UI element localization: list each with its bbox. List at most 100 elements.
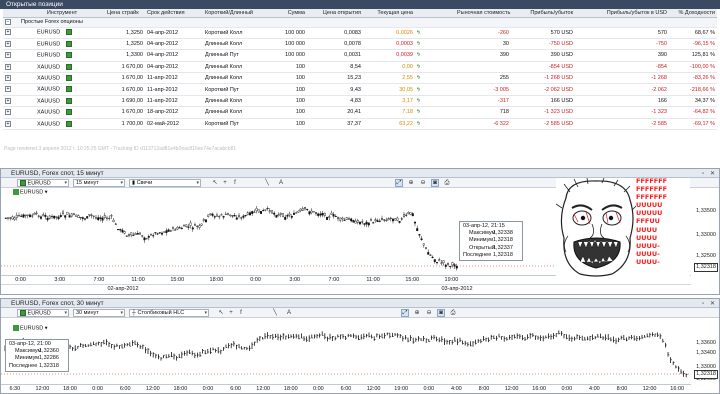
row-expand[interactable]: + — [3, 95, 19, 108]
camera-icon[interactable]: ◙ — [431, 179, 439, 187]
candle — [299, 208, 302, 213]
zoom-fit-icon[interactable]: ⤢ — [395, 179, 403, 187]
chart-type-select[interactable]: ┼ Столбиковый HLC ▾ — [129, 309, 209, 317]
lightning-icon[interactable]: ϟ — [417, 98, 420, 104]
col-header[interactable]: Цена страйк — [105, 9, 145, 18]
crosshair-icon[interactable]: + — [221, 179, 229, 187]
lightning-icon[interactable]: ϟ — [417, 87, 420, 93]
price-axis[interactable]: 1,33600 1,33400 1,33000 1,32600 1,32318 — [689, 318, 719, 384]
info-last-value: 1,32318 — [39, 362, 59, 369]
expand-icon[interactable]: + — [5, 86, 11, 93]
instrument-flag-icon[interactable] — [65, 75, 72, 82]
chart-type-select[interactable]: ▮ Свечи ▾ — [129, 179, 201, 187]
instrument-flag-icon[interactable] — [66, 52, 73, 59]
lightning-icon[interactable]: ϟ — [417, 109, 420, 115]
zoom-out-icon[interactable]: ⊖ — [419, 179, 427, 187]
zoom-out-icon[interactable]: ⊖ — [425, 309, 433, 317]
instrument-flag-icon[interactable] — [65, 86, 72, 93]
col-header[interactable]: Короткий/Длинный — [203, 9, 275, 18]
col-header[interactable]: Рыночная стоимость — [455, 9, 511, 18]
instrument-flag-icon[interactable] — [65, 120, 72, 127]
instrument-flag-icon[interactable] — [65, 97, 72, 104]
col-header[interactable]: % Доходности — [669, 9, 717, 18]
table-row[interactable]: + XAUUSD 1 670,00 11-апр-2012 Длинный Колл 10… — [3, 72, 717, 85]
trade-icon-cell[interactable]: ϟ — [415, 106, 455, 119]
trade-icon-cell[interactable]: ϟ — [415, 27, 455, 39]
zoom-fit-icon[interactable]: ⤢ — [401, 309, 409, 317]
lightning-icon[interactable]: ϟ — [417, 30, 420, 36]
lightning-icon[interactable]: ϟ — [417, 41, 420, 47]
row-expand[interactable]: + — [3, 27, 19, 39]
cursor-icon[interactable]: ↖ — [217, 309, 225, 317]
instrument-flag-icon[interactable] — [65, 109, 72, 116]
row-expand[interactable]: + — [3, 106, 19, 119]
row-expand[interactable]: + — [3, 61, 19, 74]
zoom-in-icon[interactable]: ⊕ — [407, 179, 415, 187]
collapse-icon[interactable]: − — [5, 18, 11, 25]
time-axis[interactable]: 6:30 12:00 18:00 0:00 6:00 12:00 18:00 0:00 6:00… — [1, 384, 691, 393]
table-row[interactable]: + XAUUSD 1 670,00 18-апр-2012 Длинный Колл 10… — [3, 106, 717, 119]
lightning-icon[interactable]: ϟ — [417, 52, 420, 58]
period-select[interactable]: 30 минут ▾ — [73, 309, 125, 317]
expand-icon[interactable]: + — [5, 97, 11, 104]
row-expand[interactable]: + — [3, 83, 19, 96]
trade-icon-cell[interactable]: ϟ — [415, 49, 455, 62]
row-expand[interactable]: + — [3, 118, 19, 131]
symbol-select[interactable]: EURUSD ▾ — [17, 309, 69, 317]
print-icon[interactable]: ⎙ — [449, 309, 457, 317]
lightning-icon[interactable]: ϟ — [417, 121, 420, 127]
lightning-icon[interactable]: ϟ — [417, 64, 420, 70]
crosshair-icon[interactable]: + — [227, 309, 235, 317]
lightning-icon[interactable]: ϟ — [417, 75, 420, 81]
row-expand[interactable]: + — [3, 38, 19, 51]
col-header[interactable]: Срок действия — [145, 9, 203, 18]
line-tool-icon[interactable]: ╲ — [263, 179, 271, 187]
cursor-icon[interactable]: ↖ — [211, 179, 219, 187]
indicator-icon[interactable]: f — [237, 309, 245, 317]
col-header[interactable]: Прибыль/убыток в USD — [575, 9, 669, 18]
trade-icon-cell[interactable]: ϟ — [415, 61, 455, 74]
col-header[interactable]: Текущая цена — [363, 9, 415, 18]
zoom-in-icon[interactable]: ⊕ — [413, 309, 421, 317]
expand-icon[interactable]: + — [5, 109, 11, 116]
trade-icon-cell[interactable]: ϟ — [415, 72, 455, 85]
instrument-flag-icon[interactable] — [65, 63, 72, 70]
trade-icon-cell[interactable]: ϟ — [415, 83, 455, 96]
instrument-flag-icon[interactable] — [66, 40, 73, 47]
table-row[interactable]: + XAUUSD 1 670,00 04-апр-2012 Длинный Колл 10… — [3, 61, 717, 74]
col-header[interactable]: Сумма — [275, 9, 307, 18]
text-tool-icon[interactable]: A — [285, 309, 293, 317]
table-row[interactable]: + EURUSD 1,3250 04-апр-2012 Короткий Колл 100… — [3, 27, 717, 39]
trade-icon-cell[interactable]: ϟ — [415, 38, 455, 51]
line-tool-icon[interactable]: ╲ — [271, 309, 279, 317]
candle — [44, 212, 47, 220]
text-tool-icon[interactable]: A — [277, 179, 285, 187]
camera-icon[interactable]: ◙ — [437, 309, 445, 317]
row-expand[interactable]: + — [3, 49, 19, 62]
trade-icon-cell[interactable]: ϟ — [415, 95, 455, 108]
expand-icon[interactable]: + — [5, 75, 11, 82]
col-header[interactable]: Инструмент — [19, 9, 105, 18]
trade-icon-cell[interactable]: ϟ — [415, 118, 455, 131]
group-row[interactable]: − Простые Forex опционы — [3, 17, 717, 28]
period-select[interactable]: 15 минут ▾ — [73, 179, 125, 187]
hlc-bar — [553, 332, 555, 340]
expand-icon[interactable]: + — [5, 29, 11, 36]
table-row[interactable]: + XAUUSD 1 690,00 11-апр-2012 Длинный Колл 10… — [3, 95, 717, 108]
table-row[interactable]: + EURUSD 1,3300 04-апр-2012 Длинный Пут 100 0… — [3, 49, 717, 62]
expand-icon[interactable]: + — [5, 52, 11, 59]
col-header[interactable]: Цена открытия — [307, 9, 363, 18]
expand-icon[interactable]: + — [5, 40, 11, 47]
table-row[interactable]: + EURUSD 1,3250 04-апр-2012 Длинный Колл 100 … — [3, 38, 717, 51]
col-header[interactable]: Прибыль/убыток — [511, 9, 575, 18]
expand-icon[interactable]: + — [5, 63, 11, 70]
print-icon[interactable]: ⎙ — [443, 179, 451, 187]
indicator-icon[interactable]: f — [231, 179, 239, 187]
expand-icon[interactable]: + — [5, 120, 11, 127]
row-expand[interactable]: + — [3, 72, 19, 85]
table-row[interactable]: + XAUUSD 1 700,00 02-май-2012 Короткий Пут 10… — [3, 118, 717, 131]
table-row[interactable]: + XAUUSD 1 670,00 11-апр-2012 Короткий Пут 10… — [3, 83, 717, 96]
symbol-select[interactable]: EURUSD ▾ — [17, 179, 69, 187]
hlc-bar-plot[interactable] — [1, 318, 719, 384]
instrument-flag-icon[interactable] — [66, 29, 73, 36]
